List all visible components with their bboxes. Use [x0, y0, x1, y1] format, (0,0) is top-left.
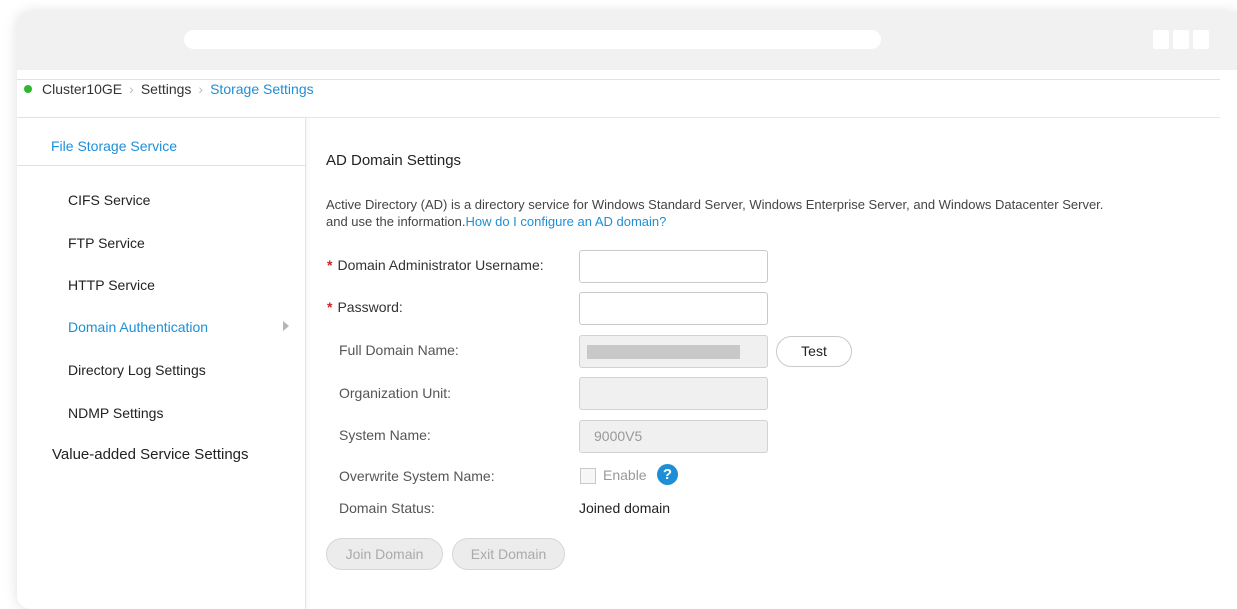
sidebar-group-value-added[interactable]: Value-added Service Settings: [52, 446, 249, 463]
overwrite-label: Overwrite System Name:: [339, 468, 495, 484]
description-line-2: and use the information.How do I configu…: [326, 213, 1237, 230]
exit-domain-button[interactable]: Exit Domain: [452, 538, 565, 570]
description-line: Active Directory (AD) is a directory ser…: [326, 197, 1104, 212]
window-button-3[interactable]: [1193, 30, 1209, 49]
divider: [17, 79, 1220, 80]
breadcrumb-item-settings[interactable]: Settings: [141, 81, 192, 97]
help-link[interactable]: How do I configure an AD domain?: [465, 214, 666, 229]
title-bar: [17, 12, 1237, 70]
address-bar[interactable]: [184, 30, 881, 49]
system-name-label: System Name:: [339, 427, 431, 443]
username-input[interactable]: [579, 250, 768, 283]
enable-checkbox[interactable]: [580, 468, 596, 484]
system-name-field: 9000V5: [579, 420, 768, 453]
full-domain-label: Full Domain Name:: [339, 342, 459, 358]
full-domain-field: [579, 335, 768, 368]
sidebar-item-ftp-service[interactable]: FTP Service: [68, 235, 145, 251]
org-unit-field: [579, 377, 768, 410]
password-input[interactable]: [579, 292, 768, 325]
required-marker: *: [327, 299, 333, 315]
password-label: * Password:: [327, 299, 403, 315]
sidebar-header[interactable]: File Storage Service: [17, 118, 306, 166]
sidebar-item-cifs-service[interactable]: CIFS Service: [68, 192, 150, 208]
test-button[interactable]: Test: [776, 336, 852, 367]
required-marker: *: [327, 257, 333, 273]
domain-status-label: Domain Status:: [339, 500, 435, 516]
breadcrumb-current: Storage Settings: [210, 81, 314, 97]
sidebar-item-domain-authentication[interactable]: Domain Authentication: [68, 319, 208, 335]
chevron-right-icon: ›: [129, 81, 134, 97]
domain-status-value: Joined domain: [579, 500, 671, 516]
breadcrumb-item-cluster[interactable]: Cluster10GE: [42, 81, 122, 97]
redacted-value: [587, 345, 740, 359]
status-dot-icon: [24, 85, 32, 93]
sidebar-item-http-service[interactable]: HTTP Service: [68, 277, 155, 293]
sidebar-item-directory-log-settings[interactable]: Directory Log Settings: [68, 362, 206, 378]
description: Active Directory (AD) is a directory ser…: [326, 196, 1237, 230]
org-unit-label: Organization Unit:: [339, 385, 452, 401]
join-domain-button[interactable]: Join Domain: [326, 538, 443, 570]
window-button-1[interactable]: [1153, 30, 1169, 49]
question-icon[interactable]: ?: [657, 464, 678, 485]
window-button-2[interactable]: [1173, 30, 1189, 49]
page-title: AD Domain Settings: [326, 152, 462, 169]
chevron-right-icon: ›: [198, 81, 204, 97]
breadcrumb: Cluster10GE › Settings › Storage Setting…: [24, 81, 314, 97]
username-label: * Domain Administrator Username:: [327, 257, 544, 273]
caret-right-icon: [283, 321, 289, 331]
description-text: and use the information.: [326, 214, 466, 229]
enable-label: Enable: [603, 467, 647, 483]
sidebar-item-ndmp-settings[interactable]: NDMP Settings: [68, 405, 163, 421]
